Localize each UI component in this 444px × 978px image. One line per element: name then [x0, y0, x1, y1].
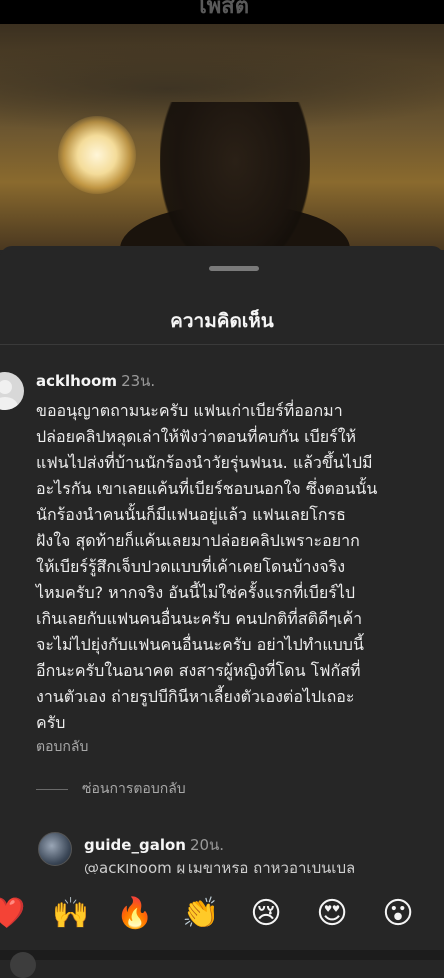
reply-button[interactable]: ตอบกลับ: [36, 736, 88, 758]
sun: [58, 116, 136, 194]
reaction-bar: ❤️ 🙌 🔥 👏 😢 😍 😮: [0, 874, 444, 960]
top-bar: โพสต์: [0, 0, 444, 24]
comment-username[interactable]: acklhoom: [36, 372, 117, 390]
reply-text-peek: @acklhoom ผู้ไม่ขำหรือ ถ้าหิวอาเป็นเปล: [84, 864, 356, 874]
reply-username[interactable]: guide_galon: [84, 836, 186, 854]
hide-replies-label: ซ่อนการตอบกลับ: [82, 781, 186, 797]
crying-emoji-icon[interactable]: 😢: [248, 896, 284, 932]
raised-hands-emoji-icon[interactable]: 🙌: [52, 896, 89, 932]
sheet-drag-handle[interactable]: [209, 266, 259, 271]
reply-comment: guide_galon 20น.: [84, 835, 224, 855]
sheet-title: ความคิดเห็น: [170, 310, 274, 332]
person-head-silhouette: [160, 102, 310, 250]
hide-replies-button[interactable]: ซ่อนการตอบกลับ: [36, 778, 186, 800]
clapping-emoji-icon[interactable]: 👏: [182, 896, 219, 932]
heart-emoji-icon[interactable]: ❤️: [0, 896, 25, 932]
commenter-avatar[interactable]: [0, 372, 24, 410]
comment-text: ขออนุญาตถามนะครับ แฟนเก่าเบียร์ที่ออกมา …: [36, 401, 378, 732]
user-avatar: [10, 952, 36, 978]
heart-eyes-emoji-icon[interactable]: 😍: [314, 896, 350, 932]
comment-input-edge: [0, 950, 444, 978]
reply-time: 20น.: [189, 836, 225, 854]
comment-time: 23น.: [121, 372, 156, 390]
divider-line: [36, 788, 68, 790]
post-header-title: โพสต์: [194, 0, 250, 19]
post-video[interactable]: [0, 24, 444, 250]
divider: [0, 344, 444, 345]
comments-sheet: ความคิดเห็น acklhoom 23น. ขออนุญาตถามนะคร…: [0, 246, 444, 960]
reply-avatar[interactable]: [38, 832, 72, 866]
fire-emoji-icon[interactable]: 🔥: [116, 896, 153, 932]
comment: acklhoom 23น. ขออนุญาตถามนะครับ แฟนเก่าเบ…: [36, 371, 424, 736]
surprised-emoji-icon[interactable]: 😮: [380, 896, 416, 932]
